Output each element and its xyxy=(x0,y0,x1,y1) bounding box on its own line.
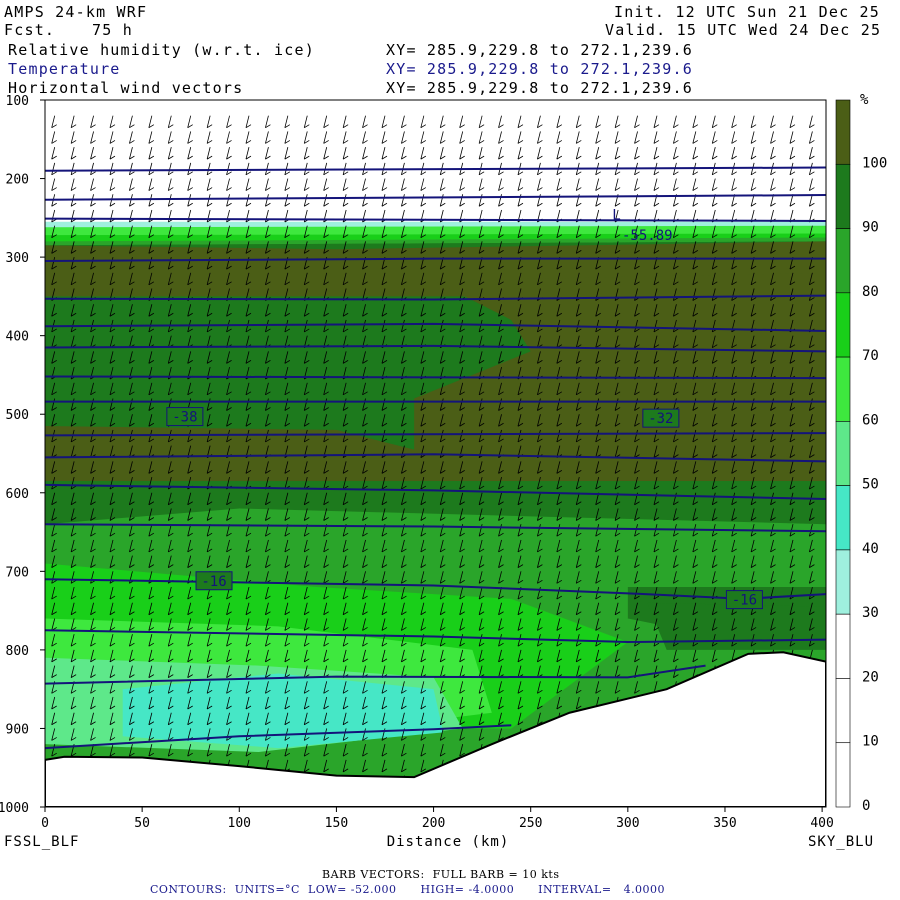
colorbar-tick-label: 50 xyxy=(862,477,879,493)
colorbar-tick-label: 10 xyxy=(862,734,879,750)
isotherm-label-text: -38 xyxy=(172,410,197,426)
x-tick-label: 100 xyxy=(228,816,251,831)
isotherm-label-text: -32 xyxy=(648,411,673,427)
y-tick-label: 200 xyxy=(6,173,29,188)
colorbar-bin xyxy=(835,228,851,294)
x-tick-label: 200 xyxy=(422,816,445,831)
contour-legend: CONTOURS: UNITS=°C LOW= -52.000 HIGH= -4… xyxy=(150,883,666,896)
x-tick-label: 150 xyxy=(325,816,348,831)
y-tick-label: 400 xyxy=(6,330,29,345)
colorbar-bin xyxy=(835,742,851,808)
isotherm-label: -16 xyxy=(195,571,233,591)
annotation-text: -55.89 xyxy=(622,228,673,244)
y-tick-label: 1000 xyxy=(0,801,29,816)
colorbar-tick-label: 0 xyxy=(862,798,870,814)
colorbar-bin xyxy=(835,163,851,229)
colorbar-tick-label: 60 xyxy=(862,412,879,428)
colorbar-tick-label: 70 xyxy=(862,348,879,364)
colorbar-tick-label: 100 xyxy=(862,155,887,171)
barb-legend: BARB VECTORS: FULL BARB = 10 kts xyxy=(322,868,560,881)
colorbar-bin xyxy=(835,549,851,615)
x-tick-label: 400 xyxy=(810,816,833,831)
x-axis-label: Distance (km) xyxy=(387,834,510,850)
annotation-text: L xyxy=(612,207,620,223)
isotherm-label-text: -16 xyxy=(201,574,226,590)
x-tick-label: 50 xyxy=(134,816,150,831)
x-tick-label: 350 xyxy=(713,816,736,831)
colorbar-bin xyxy=(835,292,851,358)
plot-area xyxy=(45,100,826,807)
y-tick-label: 700 xyxy=(6,565,29,580)
colorbar-tick-label: 80 xyxy=(862,284,879,300)
colorbar-bin xyxy=(835,678,851,744)
colorbar-tick-label: 90 xyxy=(862,220,879,236)
y-tick-label: 800 xyxy=(6,644,29,659)
isotherm-label: -38 xyxy=(166,407,204,427)
colorbar-unit: % xyxy=(860,92,869,108)
colorbar-tick-label: 40 xyxy=(862,541,879,557)
left-station: FSSL_BLF xyxy=(4,834,79,850)
y-tick-label: 900 xyxy=(6,722,29,737)
colorbar-bin xyxy=(835,421,851,486)
y-tick-label: 300 xyxy=(6,251,29,266)
isotherm-label-text: -16 xyxy=(732,593,757,609)
y-tick-label: 100 xyxy=(6,94,29,109)
colorbar-tick-label: 30 xyxy=(862,605,879,621)
colorbar-bin xyxy=(835,485,851,551)
isotherm-label: -16 xyxy=(725,590,763,610)
rh-colorbar: 1009080706050403020100 xyxy=(835,99,887,814)
y-tick-label: 600 xyxy=(6,487,29,502)
y-tick-label: 500 xyxy=(6,408,29,423)
x-tick-label: 0 xyxy=(41,816,49,831)
colorbar-bin xyxy=(835,99,851,165)
colorbar-tick-label: 20 xyxy=(862,669,879,685)
isotherm-label: -32 xyxy=(642,408,680,428)
x-tick-label: 300 xyxy=(616,816,639,831)
cross-section-chart: -38 -32-16-16 L-55.89 1002003004005006007… xyxy=(0,92,887,850)
x-axis: 0 50 100 150 200 250 300 350 400 xyxy=(41,807,834,831)
y-axis: 100 200 300 400 500 600 700 800 900 1000 xyxy=(0,94,45,816)
x-tick-label: 250 xyxy=(519,816,542,831)
colorbar-bin xyxy=(835,613,851,679)
colorbar-bin xyxy=(835,356,851,422)
right-station: SKY_BLU xyxy=(808,834,874,850)
